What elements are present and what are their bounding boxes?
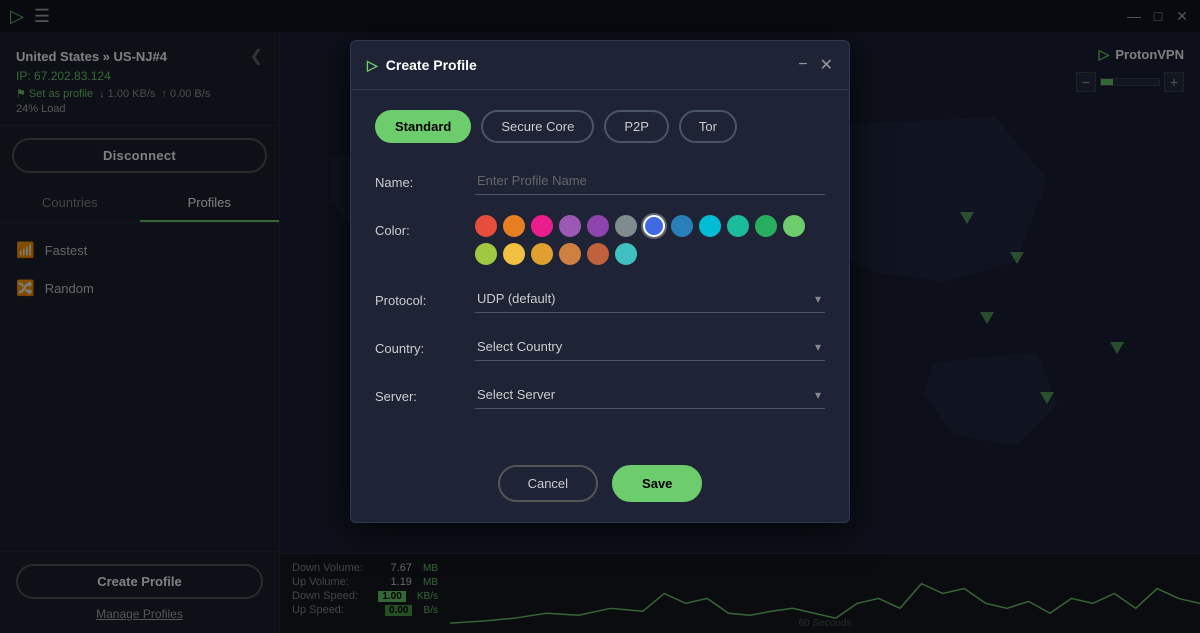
country-form-row: Country: Select Country ▾	[375, 333, 825, 361]
color-swatch-8[interactable]	[699, 215, 721, 237]
country-form-control: Select Country ▾	[475, 333, 825, 361]
country-select-wrapper: Select Country ▾	[475, 333, 825, 361]
tab-standard[interactable]: Standard	[375, 110, 471, 143]
modal-body: Standard Secure Core P2P Tor Name: Color…	[351, 90, 849, 449]
color-swatch-12[interactable]	[475, 243, 497, 265]
modal-window-controls: − ✕	[798, 55, 833, 75]
server-form-row: Server: Select Server ▾	[375, 381, 825, 409]
color-swatch-15[interactable]	[559, 243, 581, 265]
color-swatches-grid	[475, 215, 825, 265]
country-label: Country:	[375, 333, 475, 356]
name-label: Name:	[375, 167, 475, 190]
modal-title-icon: ▷	[367, 57, 378, 74]
color-swatch-11[interactable]	[783, 215, 805, 237]
color-swatch-16[interactable]	[587, 243, 609, 265]
modal-footer: Cancel Save	[351, 449, 849, 522]
name-form-control	[475, 167, 825, 195]
color-swatch-7[interactable]	[671, 215, 693, 237]
color-label: Color:	[375, 215, 475, 238]
country-select[interactable]: Select Country	[475, 333, 825, 361]
color-form-row: Color:	[375, 215, 825, 265]
modal-close-button[interactable]: ✕	[820, 55, 833, 75]
color-swatch-9[interactable]	[727, 215, 749, 237]
color-swatch-4[interactable]	[587, 215, 609, 237]
server-select-wrapper: Select Server ▾	[475, 381, 825, 409]
protocol-select[interactable]: UDP (default) TCP Smart	[475, 285, 825, 313]
modal-profile-tabs: Standard Secure Core P2P Tor	[375, 110, 825, 143]
protocol-select-wrapper: UDP (default) TCP Smart ▾	[475, 285, 825, 313]
protocol-label: Protocol:	[375, 285, 475, 308]
color-swatches-container	[475, 215, 825, 265]
modal-minimize-button[interactable]: −	[798, 56, 807, 74]
color-swatch-10[interactable]	[755, 215, 777, 237]
protocol-form-control: UDP (default) TCP Smart ▾	[475, 285, 825, 313]
modal-title-text: Create Profile	[386, 57, 477, 73]
name-input[interactable]	[475, 167, 825, 195]
create-profile-modal: ▷ Create Profile − ✕ Standard Secure Cor…	[350, 40, 850, 523]
tab-secure-core[interactable]: Secure Core	[481, 110, 594, 143]
color-swatch-0[interactable]	[475, 215, 497, 237]
tab-p2p[interactable]: P2P	[604, 110, 669, 143]
color-swatch-1[interactable]	[503, 215, 525, 237]
cancel-button[interactable]: Cancel	[498, 465, 598, 502]
server-label: Server:	[375, 381, 475, 404]
color-swatch-3[interactable]	[559, 215, 581, 237]
protocol-form-row: Protocol: UDP (default) TCP Smart ▾	[375, 285, 825, 313]
name-form-row: Name:	[375, 167, 825, 195]
server-select[interactable]: Select Server	[475, 381, 825, 409]
save-button[interactable]: Save	[612, 465, 702, 502]
modal-header: ▷ Create Profile − ✕	[351, 41, 849, 90]
color-swatch-17[interactable]	[615, 243, 637, 265]
color-swatch-14[interactable]	[531, 243, 553, 265]
tab-tor[interactable]: Tor	[679, 110, 737, 143]
color-swatch-2[interactable]	[531, 215, 553, 237]
modal-overlay: ▷ Create Profile − ✕ Standard Secure Cor…	[0, 0, 1200, 633]
server-form-control: Select Server ▾	[475, 381, 825, 409]
color-swatch-6[interactable]	[643, 215, 665, 237]
color-swatch-13[interactable]	[503, 243, 525, 265]
color-swatch-5[interactable]	[615, 215, 637, 237]
modal-title: ▷ Create Profile	[367, 57, 477, 74]
